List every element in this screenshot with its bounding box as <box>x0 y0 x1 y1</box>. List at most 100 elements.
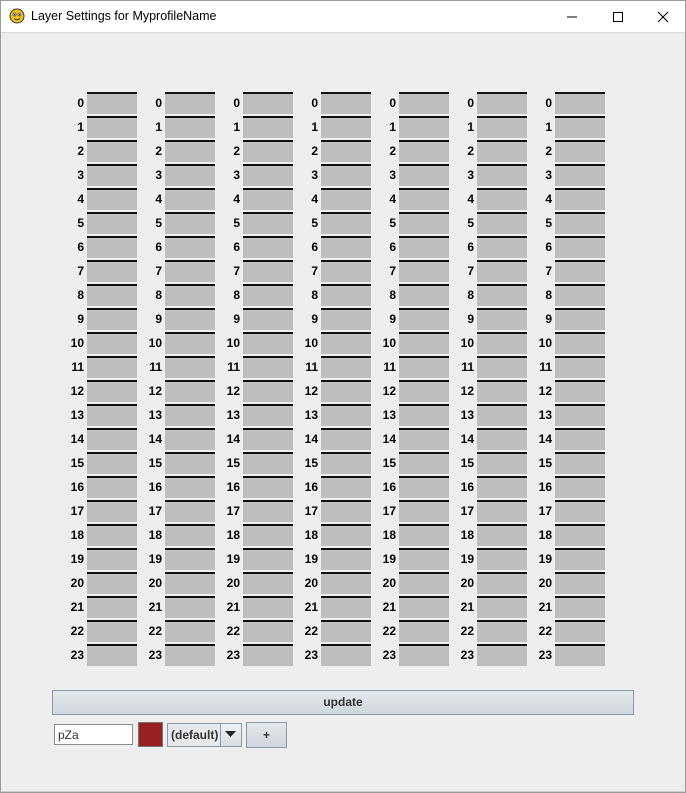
layer-cell[interactable] <box>243 380 293 402</box>
layer-cell[interactable] <box>477 92 527 114</box>
layer-cell[interactable] <box>243 404 293 426</box>
layer-cell[interactable] <box>321 188 371 210</box>
layer-cell[interactable] <box>399 620 449 642</box>
color-picker-swatch[interactable] <box>138 722 163 747</box>
layer-cell[interactable] <box>399 644 449 666</box>
maximize-button[interactable] <box>595 1 641 32</box>
layer-cell[interactable] <box>321 332 371 354</box>
dropdown-arrow-button[interactable] <box>220 724 241 746</box>
layer-cell[interactable] <box>165 380 215 402</box>
layer-cell[interactable] <box>87 404 137 426</box>
layer-cell[interactable] <box>555 332 605 354</box>
layer-cell[interactable] <box>321 500 371 522</box>
layer-cell[interactable] <box>165 92 215 114</box>
layer-cell[interactable] <box>477 332 527 354</box>
layer-cell[interactable] <box>477 260 527 282</box>
layer-cell[interactable] <box>321 620 371 642</box>
add-button[interactable]: + <box>246 722 287 748</box>
layer-cell[interactable] <box>243 476 293 498</box>
layer-cell[interactable] <box>321 428 371 450</box>
layer-cell[interactable] <box>477 236 527 258</box>
layer-cell[interactable] <box>555 476 605 498</box>
layer-cell[interactable] <box>399 452 449 474</box>
layer-cell[interactable] <box>477 500 527 522</box>
layer-cell[interactable] <box>87 332 137 354</box>
layer-cell[interactable] <box>165 188 215 210</box>
layer-cell[interactable] <box>87 452 137 474</box>
layer-cell[interactable] <box>399 140 449 162</box>
layer-cell[interactable] <box>477 620 527 642</box>
layer-cell[interactable] <box>165 500 215 522</box>
layer-cell[interactable] <box>399 404 449 426</box>
layer-cell[interactable] <box>477 404 527 426</box>
layer-cell[interactable] <box>165 116 215 138</box>
layer-cell[interactable] <box>321 308 371 330</box>
layer-cell[interactable] <box>321 260 371 282</box>
layer-cell[interactable] <box>399 284 449 306</box>
layer-cell[interactable] <box>165 572 215 594</box>
layer-cell[interactable] <box>87 644 137 666</box>
layer-cell[interactable] <box>321 476 371 498</box>
layer-cell[interactable] <box>555 548 605 570</box>
layer-cell[interactable] <box>477 188 527 210</box>
layer-cell[interactable] <box>477 596 527 618</box>
layer-cell[interactable] <box>399 308 449 330</box>
layer-cell[interactable] <box>87 308 137 330</box>
layer-cell[interactable] <box>477 644 527 666</box>
layer-cell[interactable] <box>555 116 605 138</box>
layer-cell[interactable] <box>87 164 137 186</box>
layer-cell[interactable] <box>87 524 137 546</box>
layer-cell[interactable] <box>243 140 293 162</box>
layer-cell[interactable] <box>477 380 527 402</box>
layer-cell[interactable] <box>477 476 527 498</box>
layer-cell[interactable] <box>243 92 293 114</box>
layer-cell[interactable] <box>399 428 449 450</box>
layer-cell[interactable] <box>555 164 605 186</box>
layer-cell[interactable] <box>87 260 137 282</box>
layer-cell[interactable] <box>399 572 449 594</box>
layer-cell[interactable] <box>399 212 449 234</box>
layer-cell[interactable] <box>321 572 371 594</box>
layer-cell[interactable] <box>477 308 527 330</box>
layer-cell[interactable] <box>477 140 527 162</box>
layer-cell[interactable] <box>555 284 605 306</box>
layer-cell[interactable] <box>399 356 449 378</box>
layer-cell[interactable] <box>87 116 137 138</box>
layer-cell[interactable] <box>87 476 137 498</box>
layer-cell[interactable] <box>321 284 371 306</box>
layer-cell[interactable] <box>165 428 215 450</box>
layer-cell[interactable] <box>399 500 449 522</box>
layer-cell[interactable] <box>243 452 293 474</box>
layer-cell[interactable] <box>321 140 371 162</box>
layer-cell[interactable] <box>243 644 293 666</box>
layer-cell[interactable] <box>165 596 215 618</box>
layer-cell[interactable] <box>243 332 293 354</box>
minimize-button[interactable] <box>549 1 595 32</box>
layer-cell[interactable] <box>555 452 605 474</box>
layer-cell[interactable] <box>87 212 137 234</box>
layer-cell[interactable] <box>243 428 293 450</box>
layer-cell[interactable] <box>243 284 293 306</box>
layer-cell[interactable] <box>165 332 215 354</box>
layer-cell[interactable] <box>321 404 371 426</box>
layer-cell[interactable] <box>321 92 371 114</box>
layer-cell[interactable] <box>165 164 215 186</box>
layer-cell[interactable] <box>555 380 605 402</box>
layer-cell[interactable] <box>555 572 605 594</box>
layer-cell[interactable] <box>243 596 293 618</box>
layer-cell[interactable] <box>477 428 527 450</box>
layer-cell[interactable] <box>477 164 527 186</box>
layer-cell[interactable] <box>477 284 527 306</box>
layer-cell[interactable] <box>321 212 371 234</box>
layer-cell[interactable] <box>87 188 137 210</box>
layer-cell[interactable] <box>321 452 371 474</box>
layer-cell[interactable] <box>321 356 371 378</box>
layer-cell[interactable] <box>165 140 215 162</box>
layer-cell[interactable] <box>87 380 137 402</box>
layer-name-input[interactable] <box>54 724 133 745</box>
layer-cell[interactable] <box>321 596 371 618</box>
layer-cell[interactable] <box>555 356 605 378</box>
layer-cell[interactable] <box>165 452 215 474</box>
layer-cell[interactable] <box>555 404 605 426</box>
layer-cell[interactable] <box>399 548 449 570</box>
